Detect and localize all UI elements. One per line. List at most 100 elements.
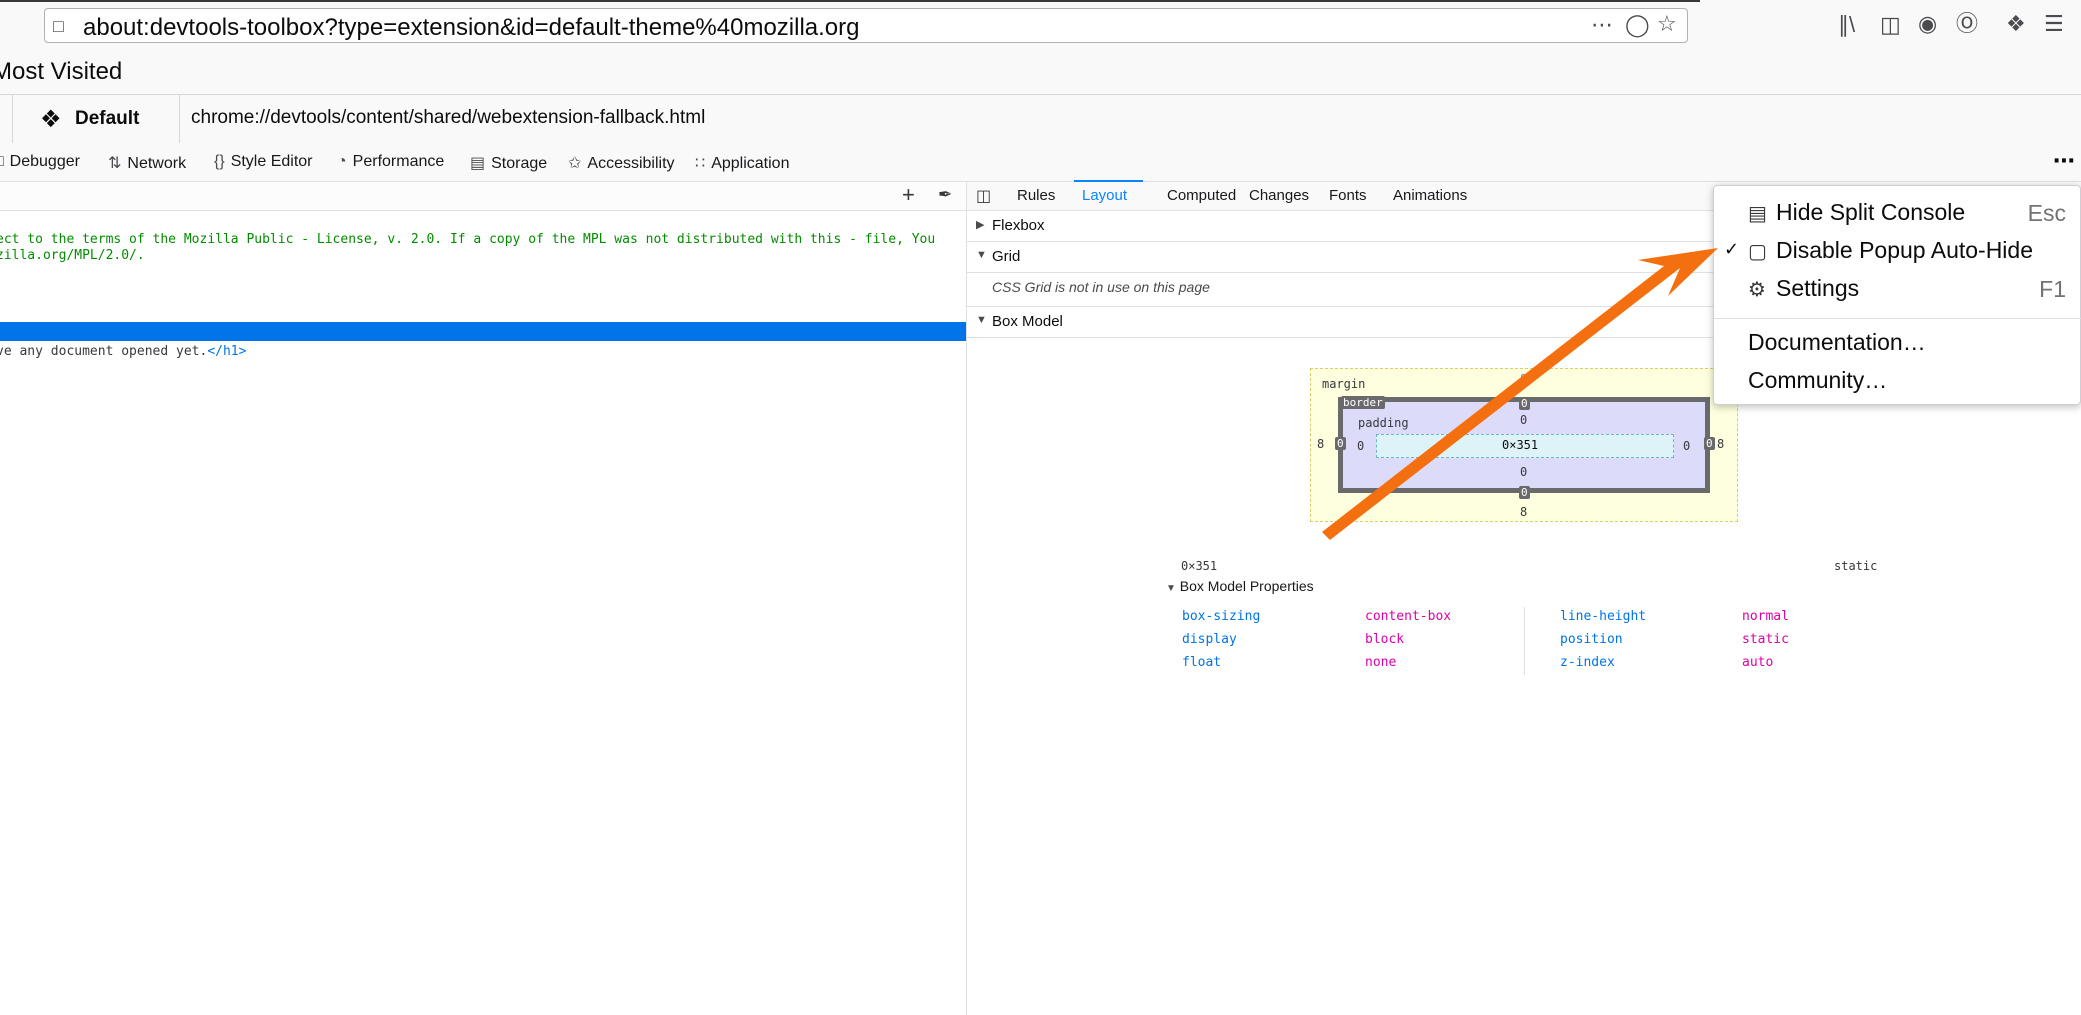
box-size-summary: 0×351 — [1181, 559, 1218, 573]
console-icon: ▤ — [1748, 203, 1767, 225]
markup-panel: + ✒ ect to the terms of the Mozilla Publ… — [0, 182, 967, 1015]
tab-animations[interactable]: Animations — [1393, 187, 1467, 204]
extensions-icon[interactable]: ❖ — [2006, 13, 2026, 35]
tab-changes[interactable]: Changes — [1249, 187, 1309, 204]
network-icon: ⇅ — [108, 155, 122, 172]
gear-icon: ⚙ — [1748, 279, 1766, 301]
border-right-value[interactable]: 0 — [1704, 437, 1715, 450]
border-left-value[interactable]: 0 — [1335, 437, 1346, 450]
active-tab-indicator — [1074, 180, 1143, 182]
tab-fonts[interactable]: Fonts — [1329, 187, 1367, 204]
h1-node[interactable]: ve any document opened yet.</h1> — [0, 344, 246, 359]
pocket-icon[interactable]: ◯ — [1625, 14, 1650, 36]
bookmark-most-visited[interactable]: Most Visited — [0, 58, 122, 86]
menu-item-community[interactable]: Community… — [1714, 362, 2081, 400]
bookmarks-toolbar: Most Visited — [0, 52, 2081, 95]
tab-rules[interactable]: Rules — [1017, 187, 1055, 204]
menu-item-disable-popup-auto-hide[interactable]: ✓ ▢ Disable Popup Auto-Hide — [1714, 232, 2081, 270]
border-label: border — [1341, 396, 1385, 409]
account-icon[interactable]: ◉ — [1918, 13, 1937, 35]
add-node-icon[interactable]: + — [902, 182, 915, 208]
content-size[interactable]: 0×351 — [1502, 438, 1538, 452]
padding-left-value[interactable]: 0 — [1357, 439, 1364, 453]
bookmark-star-icon[interactable]: ☆ — [1657, 13, 1677, 35]
property-value: static — [1742, 632, 1789, 647]
tab-performance[interactable]: ◔ Performance — [337, 153, 444, 171]
cc-icon[interactable]: Ⓞ — [1956, 13, 1978, 35]
margin-label: margin — [1322, 377, 1366, 391]
property-value: block — [1365, 632, 1405, 647]
property-name: display — [1182, 632, 1237, 647]
tab-layout[interactable]: Layout — [1082, 187, 1127, 204]
property-name: position — [1560, 632, 1623, 647]
expand-triangle-icon: ▶ — [976, 219, 985, 231]
puzzle-icon: ❖ — [40, 106, 62, 133]
property-value: none — [1365, 655, 1397, 670]
collapse-triangle-icon: ▼ — [1166, 583, 1176, 594]
border-top-value[interactable]: 0 — [1519, 397, 1530, 410]
padding-top-value[interactable]: 0 — [1520, 413, 1527, 427]
property-name: line-height — [1560, 609, 1647, 624]
margin-left-value[interactable]: 8 — [1317, 437, 1324, 451]
extension-header: ❖ Default chrome://devtools/content/shar… — [0, 95, 2081, 144]
tab-style-editor[interactable]: {} Style Editor — [214, 153, 313, 171]
selected-node-row[interactable] — [0, 322, 966, 341]
browser-toolbar: □ about:devtools-toolbox?type=extension&… — [0, 0, 2081, 53]
markup-toolbar: + ✒ — [0, 182, 966, 211]
checkmark-icon: ✓ — [1724, 239, 1740, 259]
divider — [12, 95, 13, 143]
tab-accessibility[interactable]: ✩ Accessibility — [568, 153, 675, 173]
menu-item-documentation[interactable]: Documentation… — [1714, 324, 2081, 362]
divider — [179, 95, 180, 143]
margin-bottom-value[interactable]: 8 — [1520, 505, 1527, 519]
popup-icon: ▢ — [1748, 241, 1767, 263]
debugger-icon: □ — [0, 153, 4, 170]
property-name: box-sizing — [1182, 609, 1261, 624]
accessibility-icon: ✩ — [568, 155, 582, 172]
property-value: auto — [1742, 655, 1774, 670]
tab-storage[interactable]: ▤ Storage — [470, 153, 547, 173]
more-options-icon[interactable]: ⋯ — [2053, 148, 2075, 174]
storage-icon: ▤ — [470, 155, 486, 172]
collapse-triangle-icon: ▼ — [976, 314, 987, 326]
toggle-pane-icon[interactable]: ◫ — [976, 186, 991, 206]
page-actions-icon[interactable]: ⋯ — [1591, 14, 1613, 36]
comment-line: ect to the terms of the Mozilla Public -… — [0, 232, 936, 247]
toolbox-options-menu: ▤ Hide Split Console Esc ✓ ▢ Disable Pop… — [1713, 185, 2081, 405]
property-name: float — [1182, 655, 1222, 670]
property-value: normal — [1742, 609, 1789, 624]
tab-debugger[interactable]: □Debugger — [0, 153, 80, 171]
library-icon[interactable]: ∥\ — [1838, 14, 1855, 36]
comment-line: zilla.org/MPL/2.0/. — [0, 248, 145, 263]
extension-name: Default — [75, 108, 140, 129]
url-text[interactable]: about:devtools-toolbox?type=extension&id… — [83, 14, 860, 42]
margin-top-value[interactable]: 8 — [1520, 372, 1527, 386]
menu-item-settings[interactable]: ⚙ Settings F1 — [1714, 270, 2081, 308]
tab-application[interactable]: ∷ Application — [695, 153, 789, 173]
property-name: z-index — [1560, 655, 1615, 670]
box-position-summary: static — [1834, 559, 1878, 573]
box-model-properties-toggle[interactable]: ▼ Box Model Properties — [1166, 578, 1314, 594]
padding-label: padding — [1358, 416, 1409, 430]
menu-icon[interactable]: ☰ — [2044, 13, 2064, 35]
extension-url: chrome://devtools/content/shared/webexte… — [191, 107, 706, 128]
property-value: content-box — [1365, 609, 1452, 624]
padding-right-value[interactable]: 0 — [1683, 439, 1690, 453]
braces-icon: {} — [214, 153, 225, 170]
menu-item-hide-split-console[interactable]: ▤ Hide Split Console Esc — [1714, 194, 2081, 232]
grid-empty-message: CSS Grid is not in use on this page — [992, 279, 1210, 295]
window-top-edge — [0, 0, 1700, 2]
devtools-toolbar: □Debugger ⇅Network {}Style Editor ◔Perfo… — [0, 143, 2081, 182]
page-icon: □ — [53, 16, 64, 36]
sidebar-icon[interactable]: ◫ — [1880, 14, 1901, 36]
padding-bottom-value[interactable]: 0 — [1520, 465, 1527, 479]
divider — [1524, 607, 1525, 675]
border-bottom-value[interactable]: 0 — [1519, 486, 1530, 499]
tab-network[interactable]: ⇅ Network — [108, 153, 186, 173]
gauge-icon: ◔ — [337, 153, 347, 170]
margin-right-value[interactable]: 8 — [1717, 437, 1724, 451]
url-bar[interactable]: □ about:devtools-toolbox?type=extension&… — [44, 8, 1688, 43]
tab-computed[interactable]: Computed — [1167, 187, 1236, 204]
grid-icon: ∷ — [695, 155, 706, 172]
eyedropper-icon[interactable]: ✒ — [938, 185, 952, 205]
